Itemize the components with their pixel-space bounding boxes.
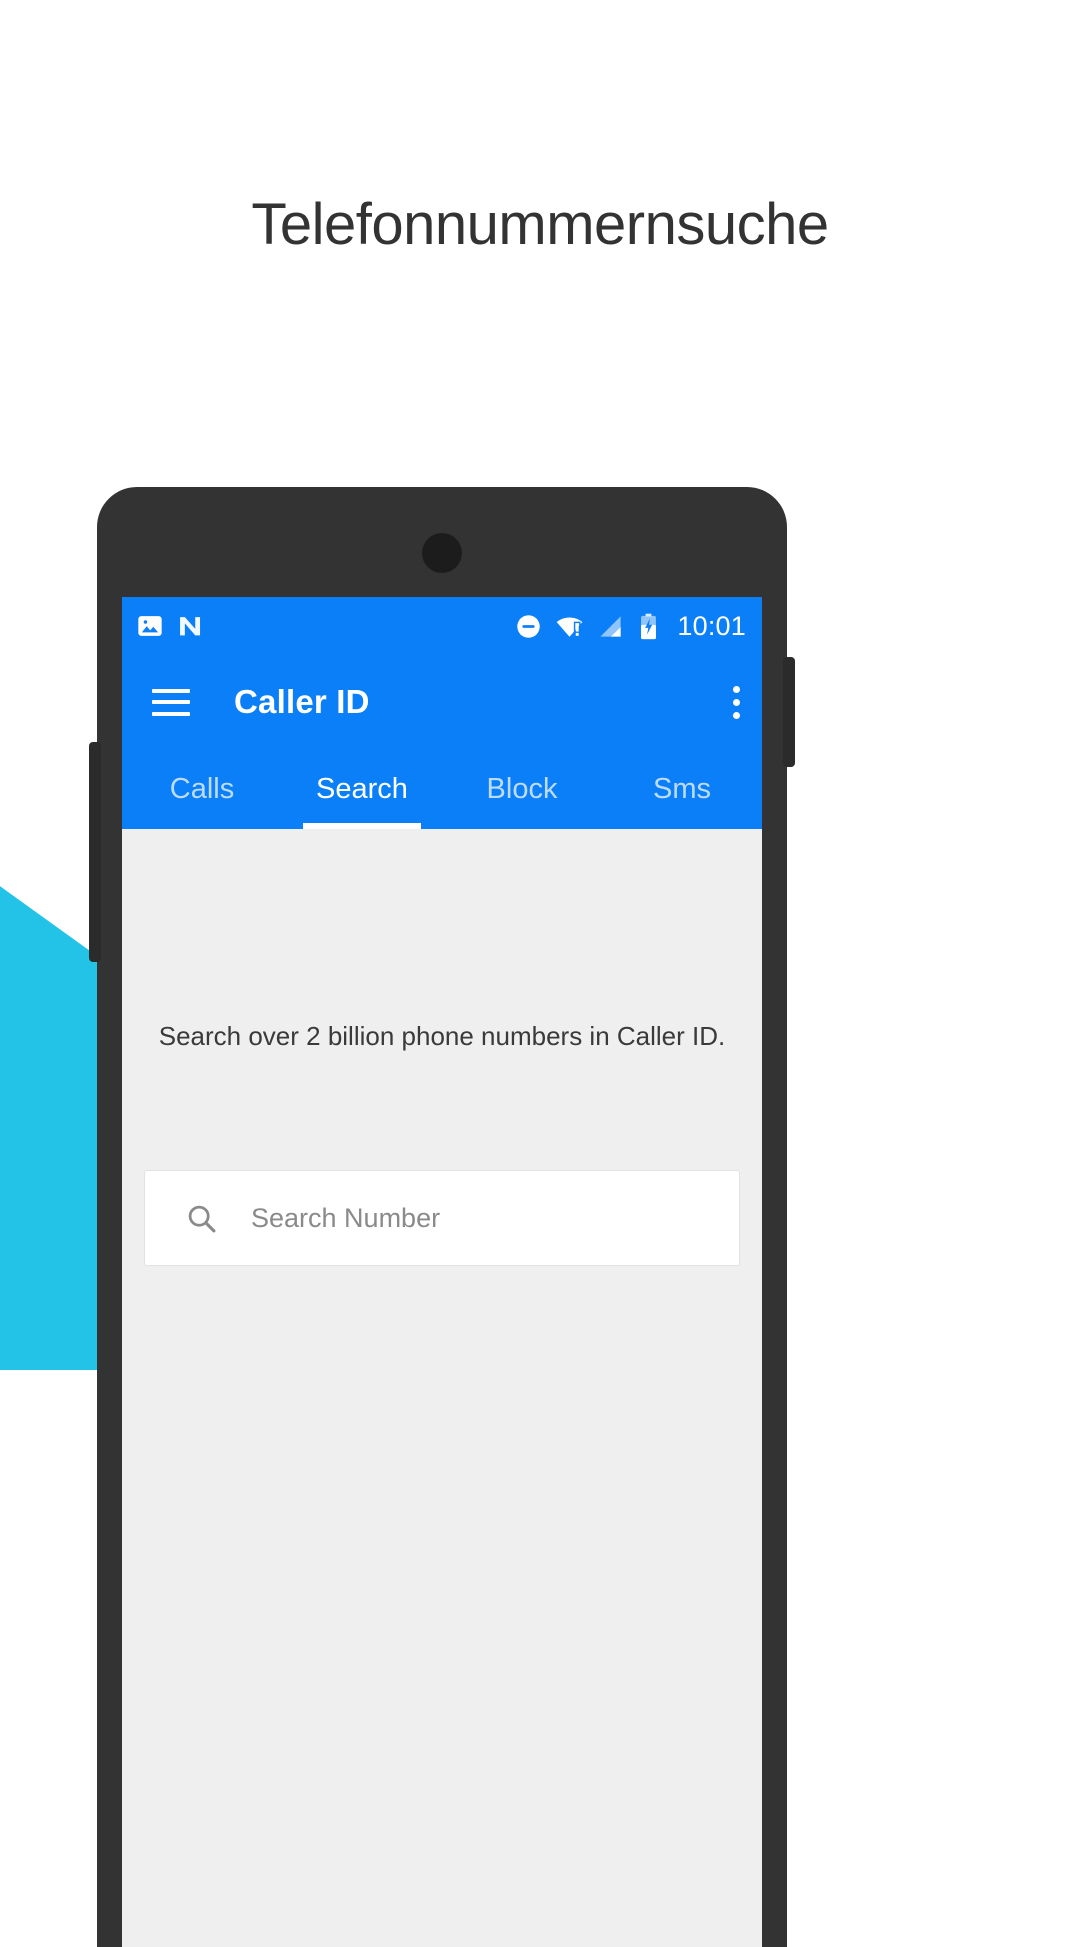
more-vertical-icon[interactable]	[733, 685, 740, 719]
search-description: Search over 2 billion phone numbers in C…	[158, 1021, 726, 1051]
tab-block-label: Block	[486, 772, 558, 805]
status-bar-right-icons: 10:01	[515, 611, 746, 642]
battery-charging-icon	[637, 613, 660, 640]
tab-search-label: Search	[316, 772, 408, 805]
tab-block[interactable]: Block	[442, 749, 602, 829]
wifi-warning-icon	[555, 612, 584, 641]
tab-search[interactable]: Search	[282, 749, 442, 829]
search-icon	[185, 1202, 218, 1235]
page-title: Telefonnummernsuche	[251, 192, 829, 257]
status-bar: 10:01	[122, 597, 762, 655]
search-panel: Search over 2 billion phone numbers in C…	[122, 829, 762, 1947]
search-input[interactable]: Search Number	[144, 1170, 740, 1266]
image-icon	[136, 612, 164, 640]
tab-bar: Calls Search Block Sms	[122, 749, 762, 829]
phone-screen: 10:01 Caller ID Calls Search Block Sms S…	[122, 597, 762, 1947]
hamburger-menu-icon[interactable]	[152, 688, 190, 716]
tab-sms[interactable]: Sms	[602, 749, 762, 829]
status-bar-left-icons	[136, 612, 204, 640]
power-button	[783, 657, 795, 767]
tab-calls[interactable]: Calls	[122, 749, 282, 829]
tab-calls-label: Calls	[169, 772, 235, 805]
phone-mockup: 10:01 Caller ID Calls Search Block Sms S…	[89, 487, 795, 1947]
front-camera-icon	[422, 533, 462, 573]
android-n-logo-icon	[176, 612, 204, 640]
tab-sms-label: Sms	[653, 772, 711, 805]
cellular-signal-icon	[597, 613, 624, 640]
volume-button	[89, 742, 101, 962]
app-bar-title: Caller ID	[234, 683, 370, 720]
search-input-placeholder: Search Number	[251, 1202, 441, 1233]
app-bar: Caller ID	[122, 655, 762, 749]
status-bar-clock: 10:01	[677, 610, 746, 641]
do-not-disturb-icon	[515, 613, 542, 640]
